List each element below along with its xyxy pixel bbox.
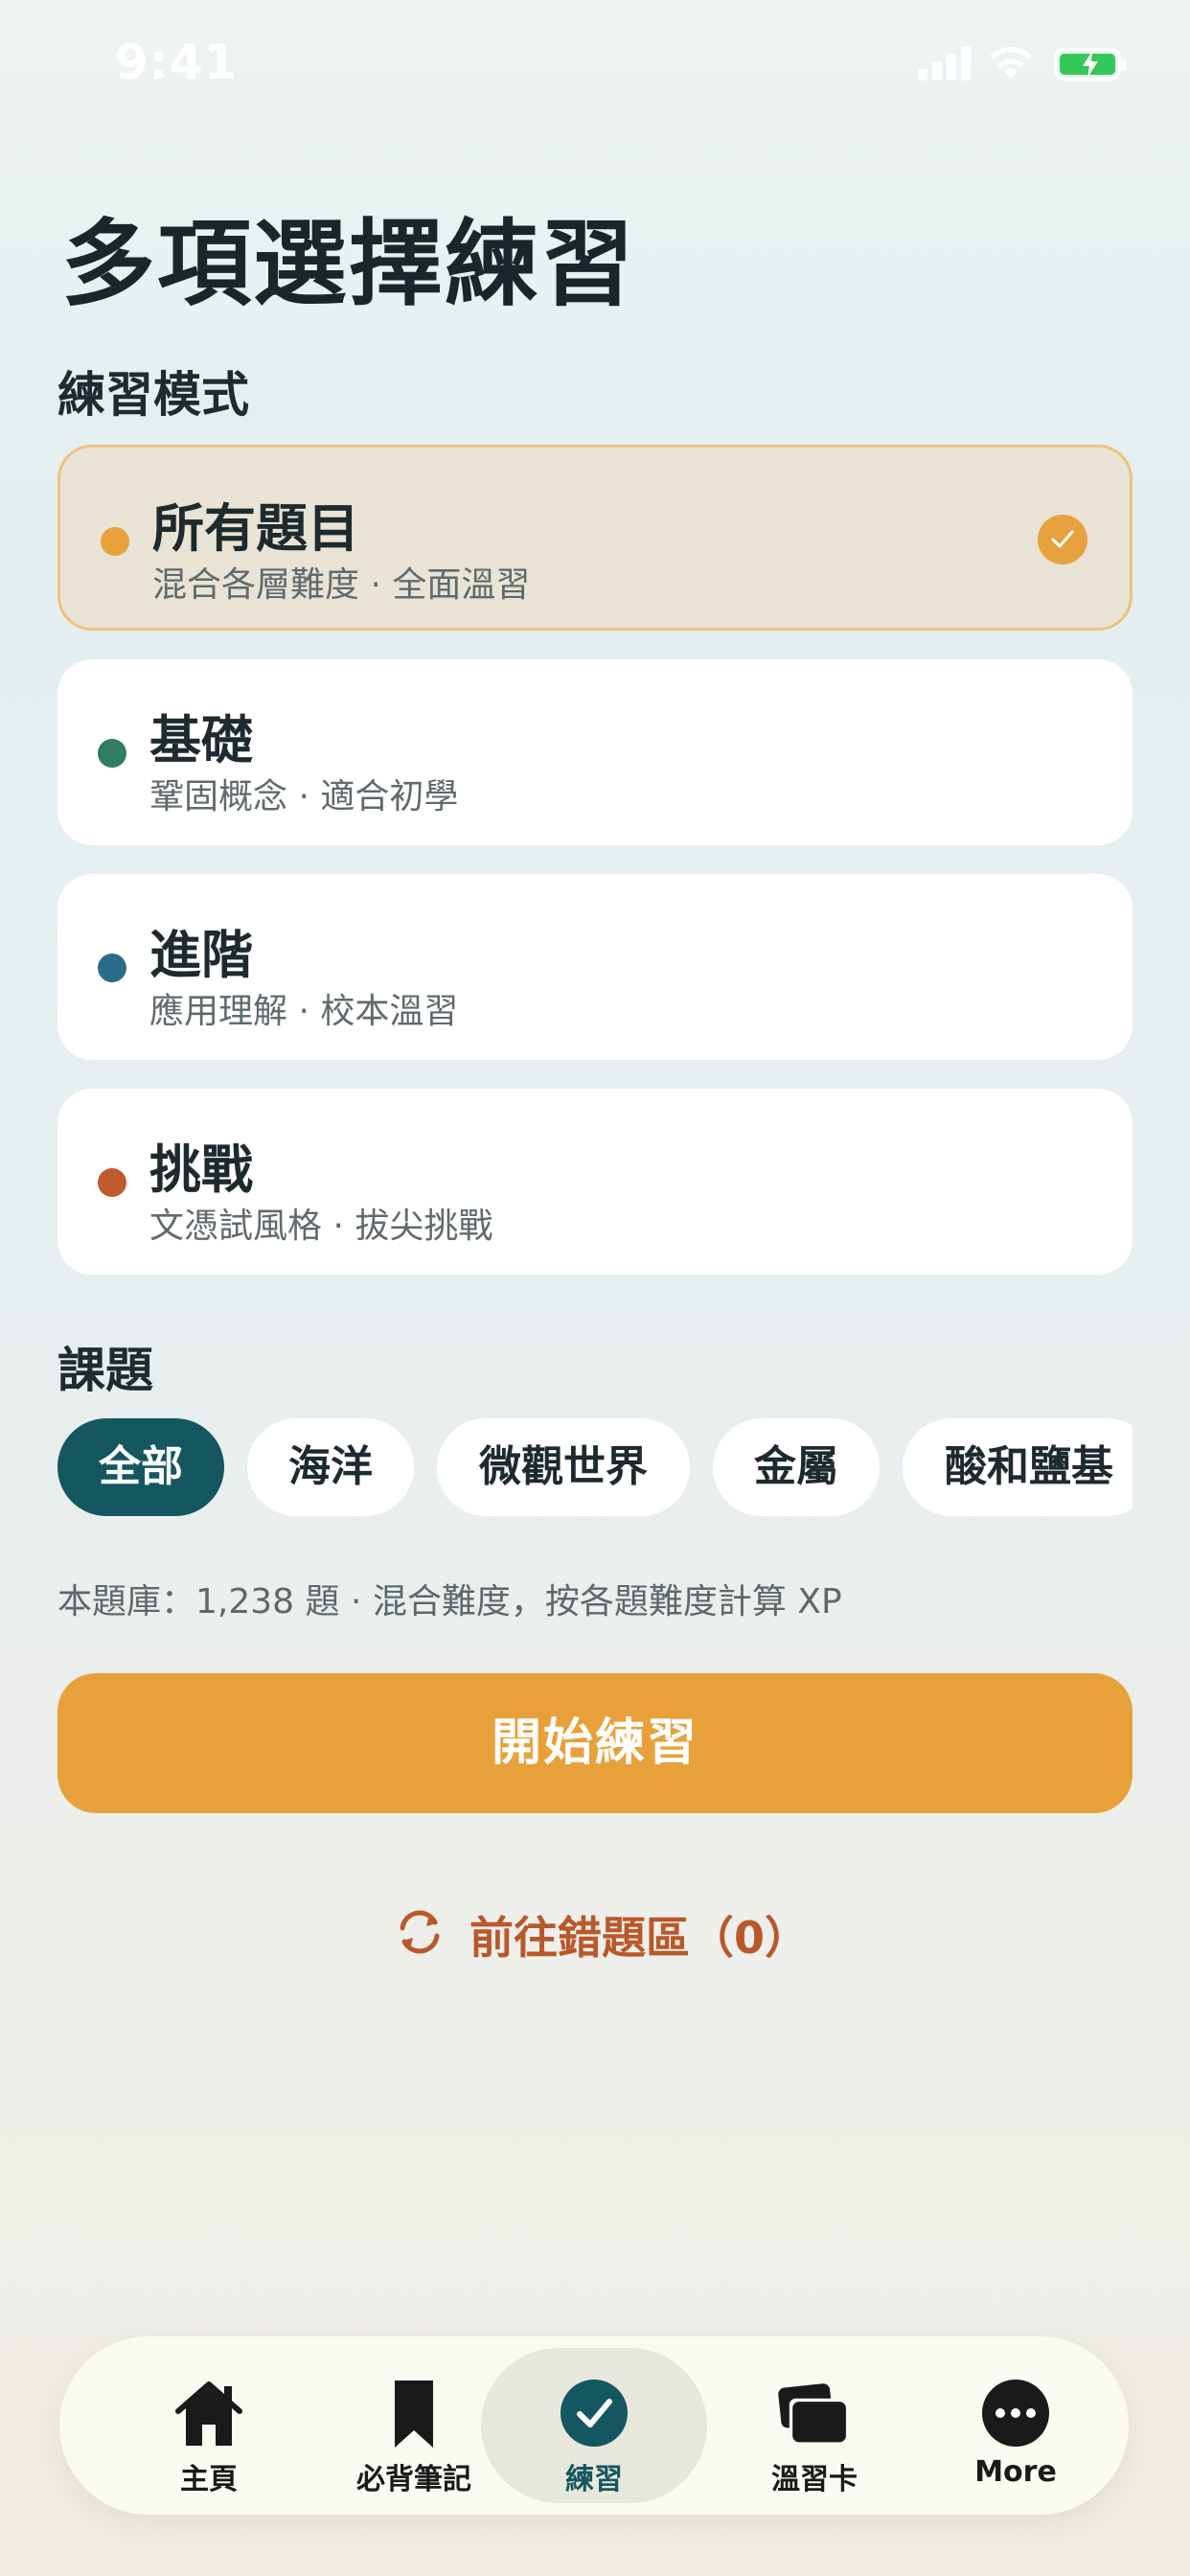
tab-home-label: 主頁 [180,2463,238,2496]
mode-subtitle: 文憑試風格 · 拔尖挑戰 [149,1207,493,1246]
status-time: 9:41 [115,34,239,90]
tab-home[interactable]: 主頁 [96,2348,322,2503]
battery-icon [1054,48,1127,80]
tab-more[interactable]: More [903,2348,1129,2503]
topic-chip-metals[interactable]: 金屬 [713,1418,880,1516]
mistakes-link-label: 前往錯題區（0） [469,1912,810,1964]
topic-section-label: 課題 [57,1343,153,1398]
mode-card-advanced[interactable]: 進階 應用理解 · 校本溫習 [57,874,1133,1060]
start-practice-button[interactable]: 開始練習 [57,1673,1133,1813]
tab-flashcards-label: 溫習卡 [771,2463,858,2496]
question-bank-info: 本題庫：1,238 題 · 混合難度，按各題難度計算 XP [57,1582,842,1622]
mode-card-basic[interactable]: 基礎 鞏固概念 · 適合初學 [57,659,1133,845]
mode-dot [98,954,126,982]
tab-more-label: More [974,2455,1057,2489]
check-icon [1038,515,1087,564]
refresh-icon [400,1910,440,1954]
mode-dot [101,527,129,556]
mode-title: 進階 [149,925,253,985]
tab-practice-label: 練習 [565,2463,623,2496]
wifi-icon [990,46,1032,79]
mode-subtitle: 應用理解 · 校本溫習 [149,992,459,1031]
page-title: 多項選擇練習 [61,210,637,319]
topic-chip-micro-world[interactable]: 微觀世界 [437,1418,690,1516]
mode-section-label: 練習模式 [57,367,249,423]
signal-icon [918,46,972,80]
tab-practice[interactable]: 練習 [481,2348,707,2503]
topic-chip-acids-bases[interactable]: 酸和鹽基 [903,1418,1133,1516]
mode-title: 挑戰 [149,1139,253,1200]
topic-chip-all[interactable]: 全部 [57,1418,224,1516]
mode-dot [98,739,126,768]
more-icon [982,2380,1049,2447]
mode-title: 所有題目 [152,498,359,559]
check-circle-icon [561,2380,628,2447]
tab-bar: 主頁 必背筆記 練習 溫習卡 More [59,2336,1129,2515]
mode-title: 基礎 [149,710,253,770]
mode-card-challenge[interactable]: 挑戰 文憑試風格 · 拔尖挑戰 [57,1089,1133,1275]
mode-subtitle: 鞏固概念 · 適合初學 [149,777,459,816]
topic-chip-ocean[interactable]: 海洋 [247,1418,414,1516]
home-icon [175,2381,242,2446]
mode-subtitle: 混合各層難度 · 全面溫習 [152,565,531,605]
topic-chip-row[interactable]: 全部 海洋 微觀世界 金屬 酸和鹽基 [57,1418,1133,1518]
mode-dot [98,1168,126,1197]
status-bar: 9:41 [0,0,1190,134]
mode-card-all[interactable]: 所有題目 混合各層難度 · 全面溫習 [57,445,1133,631]
tab-flashcards[interactable]: 溫習卡 [701,2348,927,2503]
cards-icon [778,2383,846,2443]
bookmark-icon [395,2380,433,2448]
